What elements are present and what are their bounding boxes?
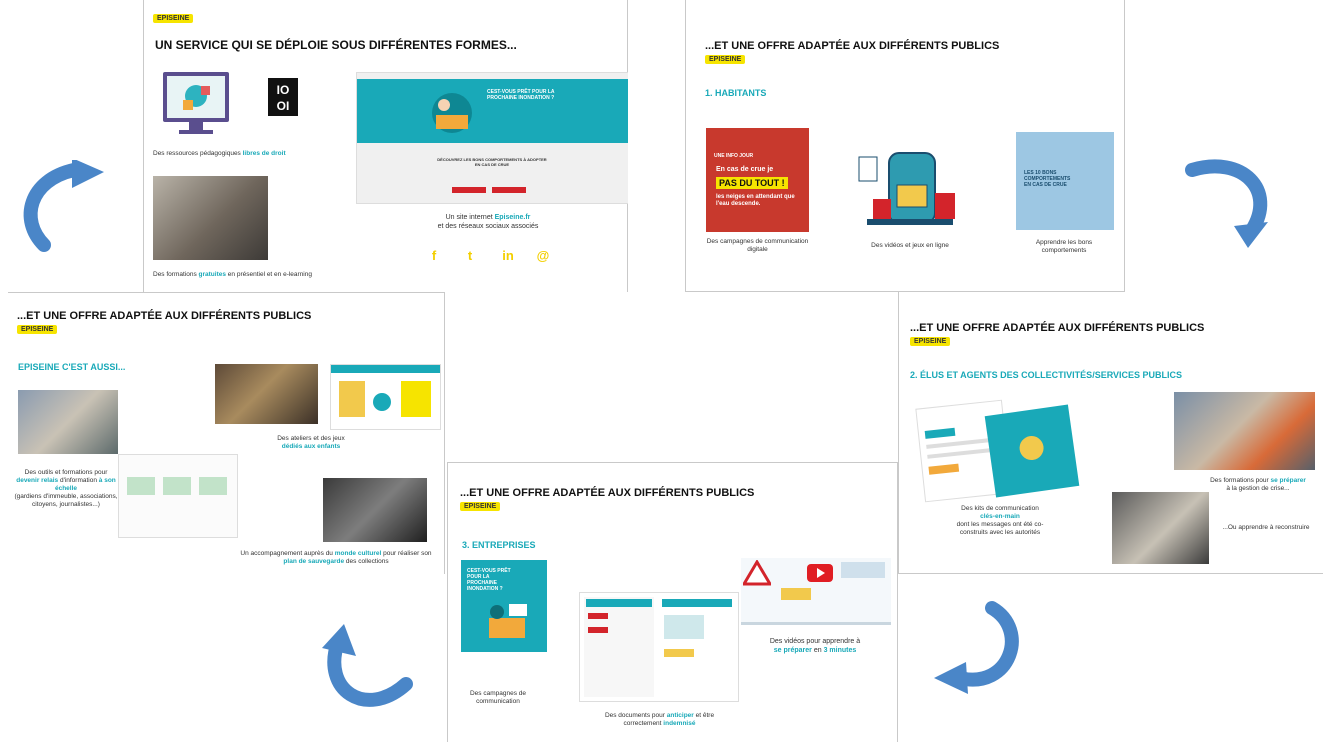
slide-habitants: ...ET UNE OFFRE ADAPTÉE AUX DIFFÉRENTS P… [685, 0, 1125, 292]
open-data-icon: IO OI [268, 78, 298, 116]
children-workshop-photo [215, 364, 318, 424]
episeine-badge: EPISEINE [17, 325, 58, 334]
curved-arrow-icon [1185, 159, 1268, 248]
poster-title: LES 10 BONS COMPORTEMENTS EN CAS DE CRUE [1024, 170, 1071, 188]
slide-border [447, 462, 448, 742]
poster-highlight: PAS DU TOUT ! [716, 177, 788, 189]
slide-elus: ...ET UNE OFFRE ADAPTÉE AUX DIFFÉRENTS P… [898, 292, 1323, 574]
caption-formations: Des formations gratuites en présentiel e… [153, 271, 312, 278]
slide-border [898, 292, 899, 574]
caption-kits: Des kits de communication clés-en-main d… [956, 505, 1044, 536]
caption-resources: Des ressources pédagogiques libres de dr… [153, 150, 286, 157]
slide-border [8, 292, 445, 293]
svg-text:OI: OI [277, 99, 290, 113]
video-thumbnail[interactable] [741, 558, 891, 625]
slide-border [898, 573, 1323, 574]
slide-title: ...ET UNE OFFRE ADAPTÉE AUX DIFFÉRENTS P… [705, 40, 1000, 52]
episeine-badge: EPISEINE [460, 502, 501, 511]
caption-relay: Des outils et formations pour devenir re… [14, 469, 118, 508]
svg-text:IO: IO [277, 83, 290, 97]
backpack-illustration [853, 143, 961, 235]
slide-border [1124, 0, 1125, 292]
slide-aussi: ...ET UNE OFFRE ADAPTÉE AUX DIFFÉRENTS P… [8, 292, 445, 574]
training-photo [153, 176, 268, 260]
business-documents [579, 592, 739, 702]
caption-business-videos: Des vidéos pour apprendre à se préparer … [769, 638, 861, 654]
email-icon[interactable]: @ [533, 246, 553, 266]
website-subtext: DÉCOUVREZ LES BONS COMPORTEMENTS À ADOPT… [437, 157, 547, 167]
caption-workshops: Des ateliers et des jeux dédiés aux enfan… [277, 435, 345, 450]
slide-border [685, 0, 686, 292]
poster-line: les neiges en attendant que l'eau descen… [716, 194, 795, 207]
slide-subtitle: 2. ÉLUS ET AGENTS DES COLLECTIVITÉS/SERV… [910, 370, 1183, 380]
poster-line: UNE INFO JOUR [714, 153, 754, 159]
slide-title: ...ET UNE OFFRE ADAPTÉE AUX DIFFÉRENTS P… [17, 310, 312, 322]
website-hero-text: CEST-VOUS PRÊT POUR LA PROCHAINE INONDAT… [487, 89, 555, 101]
slide-subtitle: EPISEINE C'EST AUSSI... [18, 362, 126, 372]
episeine-badge: EPISEINE [910, 337, 951, 346]
slide-services: EPISEINE UN SERVICE QUI SE DÉPLOIE SOUS … [143, 0, 628, 292]
episeine-badge: EPISEINE [705, 55, 746, 64]
slide-subtitle: 3. ENTREPRISES [462, 540, 536, 550]
episeine-badge: EPISEINE [153, 14, 194, 23]
caption-docs: Des documents pour anticiper et être cor… [604, 712, 715, 727]
caption-recover: ...Ou apprendre à reconstruire [1222, 524, 1310, 531]
curved-arrow-icon [934, 601, 1019, 694]
slide-title: UN SERVICE QUI SE DÉPLOIE SOUS DIFFÉRENT… [155, 38, 517, 52]
slide-title: ...ET UNE OFFRE ADAPTÉE AUX DIFFÉRENTS P… [460, 487, 755, 499]
poster-title: CEST-VOUS PRÊT POUR LA PROCHAINE INONDAT… [467, 568, 511, 592]
play-button-icon[interactable] [807, 564, 833, 582]
recovery-photo [1112, 492, 1209, 564]
twitter-icon[interactable]: t [460, 246, 480, 266]
crisis-training-photo [1174, 392, 1315, 470]
curved-arrow-icon [322, 624, 413, 707]
campaign-poster: UNE INFO JOUR En cas de crue je PAS DU T… [706, 128, 809, 232]
caption-train: Des formations pour se préparer à la ges… [1210, 477, 1306, 492]
poster-line: En cas de crue je [716, 166, 774, 173]
monitor-illustration [161, 70, 231, 138]
slide-subtitle: 1. HABITANTS [705, 88, 767, 98]
slide-entreprises: ...ET UNE OFFRE ADAPTÉE AUX DIFFÉRENTS P… [447, 462, 898, 742]
caption-website: Un site internet Episeine.fr et des rése… [437, 214, 539, 230]
website-screenshot: CEST-VOUS PRÊT POUR LA PROCHAINE INONDAT… [356, 72, 628, 204]
curved-arrow-icon [23, 160, 104, 252]
caption-videos: Des vidéos et jeux en ligne [871, 242, 949, 249]
caption-learn: Apprendre les bons comportements [1035, 239, 1093, 254]
caption-campaigns: Des campagnes de communication digitale [706, 238, 809, 253]
slide-border [447, 462, 898, 463]
museum-photo [323, 478, 427, 542]
caption-campaigns: Des campagnes de communication [469, 690, 526, 705]
slide-border [143, 0, 144, 292]
children-game-board [330, 364, 441, 430]
facebook-icon[interactable]: f [424, 246, 444, 266]
relay-photo [18, 390, 118, 454]
slide-border [897, 462, 898, 742]
slide-border [444, 292, 445, 574]
comms-kit-card [984, 404, 1080, 498]
good-habits-poster: LES 10 BONS COMPORTEMENTS EN CAS DE CRUE [1016, 132, 1114, 230]
linkedin-icon[interactable]: in [498, 246, 518, 266]
slide-title: ...ET UNE OFFRE ADAPTÉE AUX DIFFÉRENTS P… [910, 322, 1205, 334]
business-campaign-poster: CEST-VOUS PRÊT POUR LA PROCHAINE INONDAT… [461, 560, 547, 652]
caption-culture: Un accompagnement auprès du monde cultur… [240, 550, 432, 565]
relay-document [118, 454, 238, 538]
